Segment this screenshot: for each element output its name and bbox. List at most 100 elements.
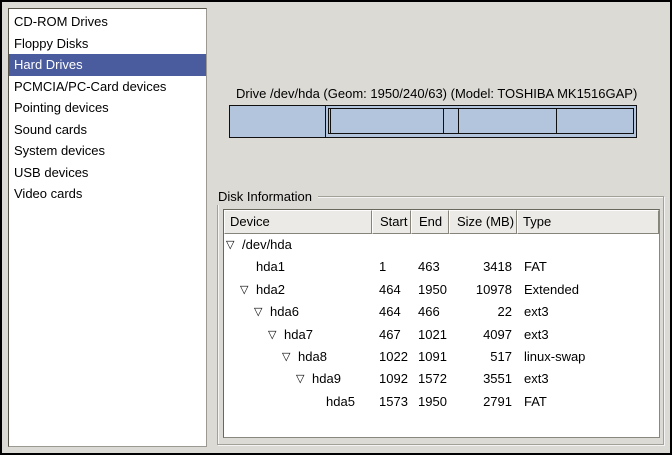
sidebar-item-label: Video cards: [14, 186, 82, 201]
sidebar-item-pcmcia-pc-card-devices[interactable]: PCMCIA/PC-Card devices: [9, 76, 206, 98]
type-cell: ext3: [517, 301, 659, 323]
type-cell: ext3: [517, 368, 659, 390]
table-row-dev-hda[interactable]: ▽/dev/hda: [224, 234, 659, 256]
device-name: hda6: [270, 301, 299, 323]
device-cell: ▽hda9: [224, 368, 372, 390]
partition-bar: [229, 105, 637, 138]
device-name: hda5: [326, 391, 355, 413]
size-cell: 22: [449, 301, 517, 323]
device-cell: ▽hda2: [224, 279, 372, 301]
sidebar-item-usb-devices[interactable]: USB devices: [9, 162, 206, 184]
size-cell: [449, 234, 517, 256]
size-cell: 10978: [449, 279, 517, 301]
partition-segment-hda7: [331, 109, 444, 133]
end-cell: 1572: [411, 368, 449, 390]
size-cell: 2791: [449, 391, 517, 413]
sidebar-item-label: Hard Drives: [14, 57, 83, 72]
end-cell: 1950: [411, 391, 449, 413]
expander-open-icon[interactable]: ▽: [296, 368, 312, 390]
partition-segment-hda9: [459, 109, 557, 133]
sidebar-item-label: CD-ROM Drives: [14, 14, 108, 29]
size-cell: 3418: [449, 256, 517, 278]
partition-segment-hda8: [444, 109, 459, 133]
table-row-hda6[interactable]: ▽hda6 464 466 22 ext3: [224, 301, 659, 323]
disk-table-header: Device Start End Size (MB) Type: [224, 210, 659, 234]
disk-table[interactable]: Device Start End Size (MB) Type ▽/dev/hd…: [223, 209, 660, 438]
type-cell: [517, 234, 659, 256]
device-cell: hda5: [224, 391, 372, 413]
start-cell: 1022: [372, 346, 411, 368]
table-row-hda8[interactable]: ▽hda8 1022 1091 517 linux-swap: [224, 346, 659, 368]
device-cell: ▽hda8: [224, 346, 372, 368]
end-cell: 463: [411, 256, 449, 278]
end-cell: [411, 234, 449, 256]
sidebar-item-cd-rom-drives[interactable]: CD-ROM Drives: [9, 11, 206, 33]
device-name: hda9: [312, 368, 341, 390]
sidebar-item-video-cards[interactable]: Video cards: [9, 183, 206, 205]
size-cell: 517: [449, 346, 517, 368]
expander-open-icon[interactable]: ▽: [254, 301, 270, 323]
type-cell: Extended: [517, 279, 659, 301]
partition-segment-hda1: [230, 106, 326, 137]
extended-partition-inner: [328, 108, 634, 134]
device-name: /dev/hda: [242, 234, 292, 256]
table-row-hda1[interactable]: hda1 1 463 3418 FAT: [224, 256, 659, 278]
size-cell: 4097: [449, 324, 517, 346]
start-cell: 1573: [372, 391, 411, 413]
device-name: hda2: [256, 279, 285, 301]
type-cell: FAT: [517, 391, 659, 413]
sidebar-item-sound-cards[interactable]: Sound cards: [9, 119, 206, 141]
expander-open-icon[interactable]: ▽: [240, 279, 256, 301]
end-cell: 1950: [411, 279, 449, 301]
partition-segment-hda2-extended: [326, 106, 636, 137]
sidebar-item-label: USB devices: [14, 165, 88, 180]
sidebar-item-label: System devices: [14, 143, 105, 158]
table-row-hda5[interactable]: hda5 1573 1950 2791 FAT: [224, 391, 659, 413]
sidebar-item-label: Pointing devices: [14, 100, 109, 115]
hardware-browser-window: { "window": { "selection_color": "#4a5b9…: [0, 0, 672, 455]
column-header-end[interactable]: End: [411, 210, 449, 234]
end-cell: 1021: [411, 324, 449, 346]
sidebar-item-hard-drives[interactable]: Hard Drives: [9, 54, 206, 76]
device-name: hda7: [284, 324, 313, 346]
drive-title: Drive /dev/hda (Geom: 1950/240/63) (Mode…: [236, 86, 637, 101]
column-header-type[interactable]: Type: [517, 210, 659, 234]
table-row-hda2[interactable]: ▽hda2 464 1950 10978 Extended: [224, 279, 659, 301]
device-cell: ▽hda7: [224, 324, 372, 346]
table-row-hda9[interactable]: ▽hda9 1092 1572 3551 ext3: [224, 368, 659, 390]
column-header-device[interactable]: Device: [224, 210, 372, 234]
sidebar-item-system-devices[interactable]: System devices: [9, 140, 206, 162]
disk-information-frame-label: Disk Information: [217, 189, 318, 205]
sidebar-item-floppy-disks[interactable]: Floppy Disks: [9, 33, 206, 55]
expander-open-icon[interactable]: ▽: [282, 346, 298, 368]
start-cell: [372, 234, 411, 256]
size-cell: 3551: [449, 368, 517, 390]
sidebar-item-label: PCMCIA/PC-Card devices: [14, 79, 166, 94]
expander-open-icon[interactable]: ▽: [226, 234, 242, 256]
device-cell: ▽hda6: [224, 301, 372, 323]
table-row-hda7[interactable]: ▽hda7 467 1021 4097 ext3: [224, 324, 659, 346]
start-cell: 1092: [372, 368, 411, 390]
device-cell: hda1: [224, 256, 372, 278]
disk-table-body: ▽/dev/hda hda1 1 463 3418 FAT ▽hda2 464 …: [224, 234, 659, 413]
expander-open-icon[interactable]: ▽: [268, 324, 284, 346]
disk-information-frame: Disk Information Device Start End Size (…: [217, 196, 664, 445]
type-cell: FAT: [517, 256, 659, 278]
start-cell: 464: [372, 279, 411, 301]
start-cell: 464: [372, 301, 411, 323]
device-name: hda8: [298, 346, 327, 368]
device-category-list[interactable]: CD-ROM Drives Floppy Disks Hard Drives PCMC…: [8, 8, 207, 447]
end-cell: 1091: [411, 346, 449, 368]
type-cell: linux-swap: [517, 346, 659, 368]
device-name: hda1: [256, 256, 285, 278]
start-cell: 467: [372, 324, 411, 346]
device-cell: ▽/dev/hda: [224, 234, 372, 256]
column-header-start[interactable]: Start: [372, 210, 411, 234]
sidebar-item-pointing-devices[interactable]: Pointing devices: [9, 97, 206, 119]
end-cell: 466: [411, 301, 449, 323]
start-cell: 1: [372, 256, 411, 278]
column-header-size-mb[interactable]: Size (MB): [449, 210, 517, 234]
partition-segment-hda5: [557, 109, 633, 133]
sidebar-item-label: Sound cards: [14, 122, 87, 137]
type-cell: ext3: [517, 324, 659, 346]
